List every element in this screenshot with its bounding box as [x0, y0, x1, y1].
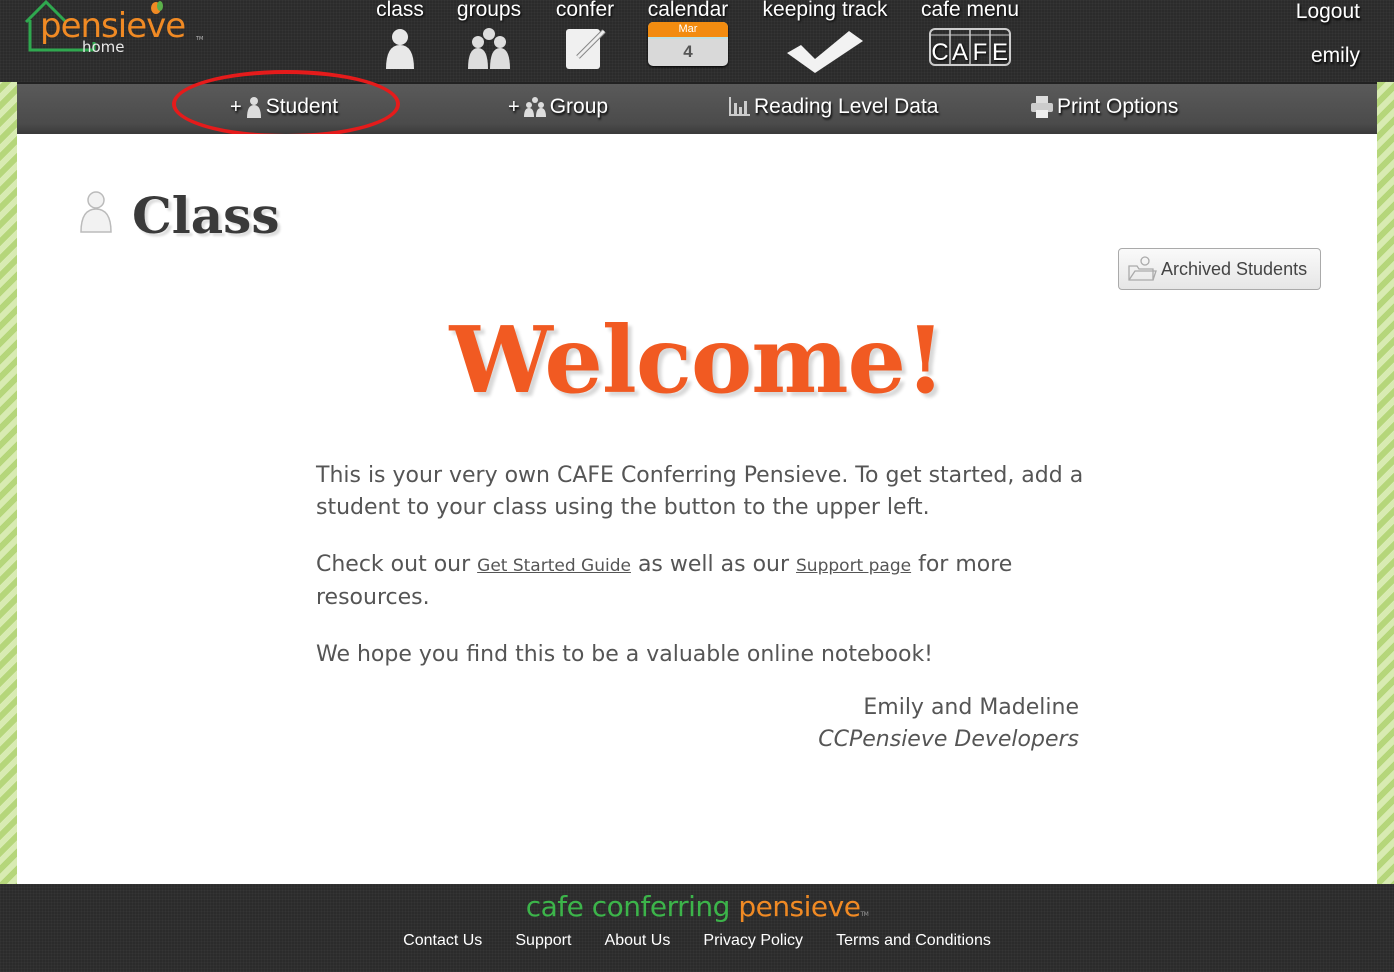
signature: Emily and Madeline CCPensieve Developers — [717, 692, 1079, 756]
class-person-icon — [80, 191, 112, 233]
cafe-letter: A — [952, 39, 968, 66]
cafe-letter: F — [973, 39, 988, 66]
reading-level-data-label: Reading Level Data — [754, 95, 939, 118]
nav-confer-label: confer — [555, 0, 615, 21]
nav-calendar[interactable]: calendar Mar 4 — [644, 0, 732, 66]
footer-logo-orange: pensieve — [738, 890, 861, 923]
nav-cafe-menu[interactable]: cafe menu C A F E — [916, 0, 1024, 67]
bar-chart-icon — [729, 97, 750, 116]
welcome-heading: Welcome! — [449, 306, 946, 414]
footer-links: Contact Us Support About Us Privacy Poli… — [0, 930, 1394, 950]
footer-link-contact-us[interactable]: Contact Us — [403, 932, 482, 950]
add-student-icon — [246, 97, 261, 118]
add-student-button[interactable]: + Student — [230, 95, 338, 119]
logo-home-label: home — [82, 38, 125, 56]
add-group-label: Group — [549, 95, 609, 118]
footer-link-support[interactable]: Support — [515, 932, 571, 950]
plus-sign: + — [230, 95, 242, 118]
nav-class[interactable]: class — [372, 0, 428, 69]
checkmark-icon — [787, 31, 863, 73]
resources-paragraph: Check out our Get Started Guide as well … — [316, 549, 1086, 614]
reading-level-data-button[interactable]: Reading Level Data — [728, 95, 938, 119]
footer-logo-tm: TM — [860, 911, 869, 918]
cafe-letter: E — [992, 39, 1008, 66]
nav-keeping-track-label: keeping track — [762, 0, 888, 21]
user-links: Logout emily — [1296, 0, 1360, 68]
nav-cafe-menu-label: cafe menu — [920, 0, 1020, 21]
class-toolbar: + Student + Group Reading Level Data Pri… — [17, 82, 1377, 134]
get-started-guide-link[interactable]: Get Started Guide — [477, 556, 631, 576]
footer-link-terms[interactable]: Terms and Conditions — [836, 932, 991, 950]
signature-role: CCPensieve Developers — [818, 727, 1079, 752]
nav-class-label: class — [376, 0, 424, 21]
footer-logo: cafe conferring pensieveTM — [0, 890, 1394, 923]
nav-confer[interactable]: confer — [550, 0, 620, 71]
nav-groups-label: groups — [456, 0, 522, 21]
archived-students-label: Archived Students — [1161, 258, 1308, 279]
notepad-pencil-icon — [566, 29, 606, 69]
group-icon — [468, 28, 510, 69]
archived-students-button[interactable]: Archived Students — [1118, 248, 1321, 290]
signature-name: Emily and Madeline — [863, 695, 1079, 720]
add-group-button[interactable]: + Group — [508, 95, 608, 119]
calendar-day: 4 — [648, 37, 728, 65]
calendar-month: Mar — [648, 22, 728, 37]
print-options-button[interactable]: Print Options — [1031, 95, 1178, 119]
nav-groups[interactable]: groups — [452, 0, 526, 69]
cafe-sign-icon: C A F E — [929, 28, 1011, 66]
cafe-letter: C — [931, 39, 948, 66]
nav-calendar-label: calendar — [647, 0, 729, 21]
top-header: pensieve home TM class groups confer cal… — [0, 0, 1394, 82]
calendar-icon: Mar 4 — [648, 22, 728, 66]
nav-keeping-track[interactable]: keeping track — [758, 0, 892, 73]
footer-logo-green: cafe conferring — [525, 890, 739, 923]
person-icon — [386, 29, 414, 69]
text-fragment: Check out our — [316, 552, 478, 577]
page-title: Class — [132, 186, 280, 245]
welcome-message: This is your very own CAFE Conferring Pe… — [316, 460, 1086, 696]
archive-folder-icon — [1128, 256, 1157, 281]
add-group-icon — [523, 97, 546, 117]
text-fragment: as well as our — [630, 552, 797, 577]
footer: cafe conferring pensieveTM Contact Us Su… — [0, 884, 1394, 972]
add-student-label: Student — [265, 95, 339, 118]
footer-link-about-us[interactable]: About Us — [605, 932, 671, 950]
print-options-label: Print Options — [1057, 95, 1179, 118]
pensieve-home-logo[interactable]: pensieve home TM — [22, 0, 212, 60]
printer-icon — [1031, 96, 1053, 118]
support-page-link[interactable]: Support page — [796, 556, 911, 576]
plus-sign: + — [508, 95, 520, 118]
logo-trademark: TM — [196, 36, 204, 42]
footer-link-privacy-policy[interactable]: Privacy Policy — [703, 932, 803, 950]
intro-paragraph: This is your very own CAFE Conferring Pe… — [316, 463, 1084, 520]
logout-link[interactable]: Logout — [1296, 0, 1360, 24]
username-link[interactable]: emily — [1296, 44, 1360, 68]
closing-paragraph: We hope you find this to be a valuable o… — [316, 642, 933, 667]
main-content: Class Archived Students Welcome! This is… — [17, 134, 1377, 884]
